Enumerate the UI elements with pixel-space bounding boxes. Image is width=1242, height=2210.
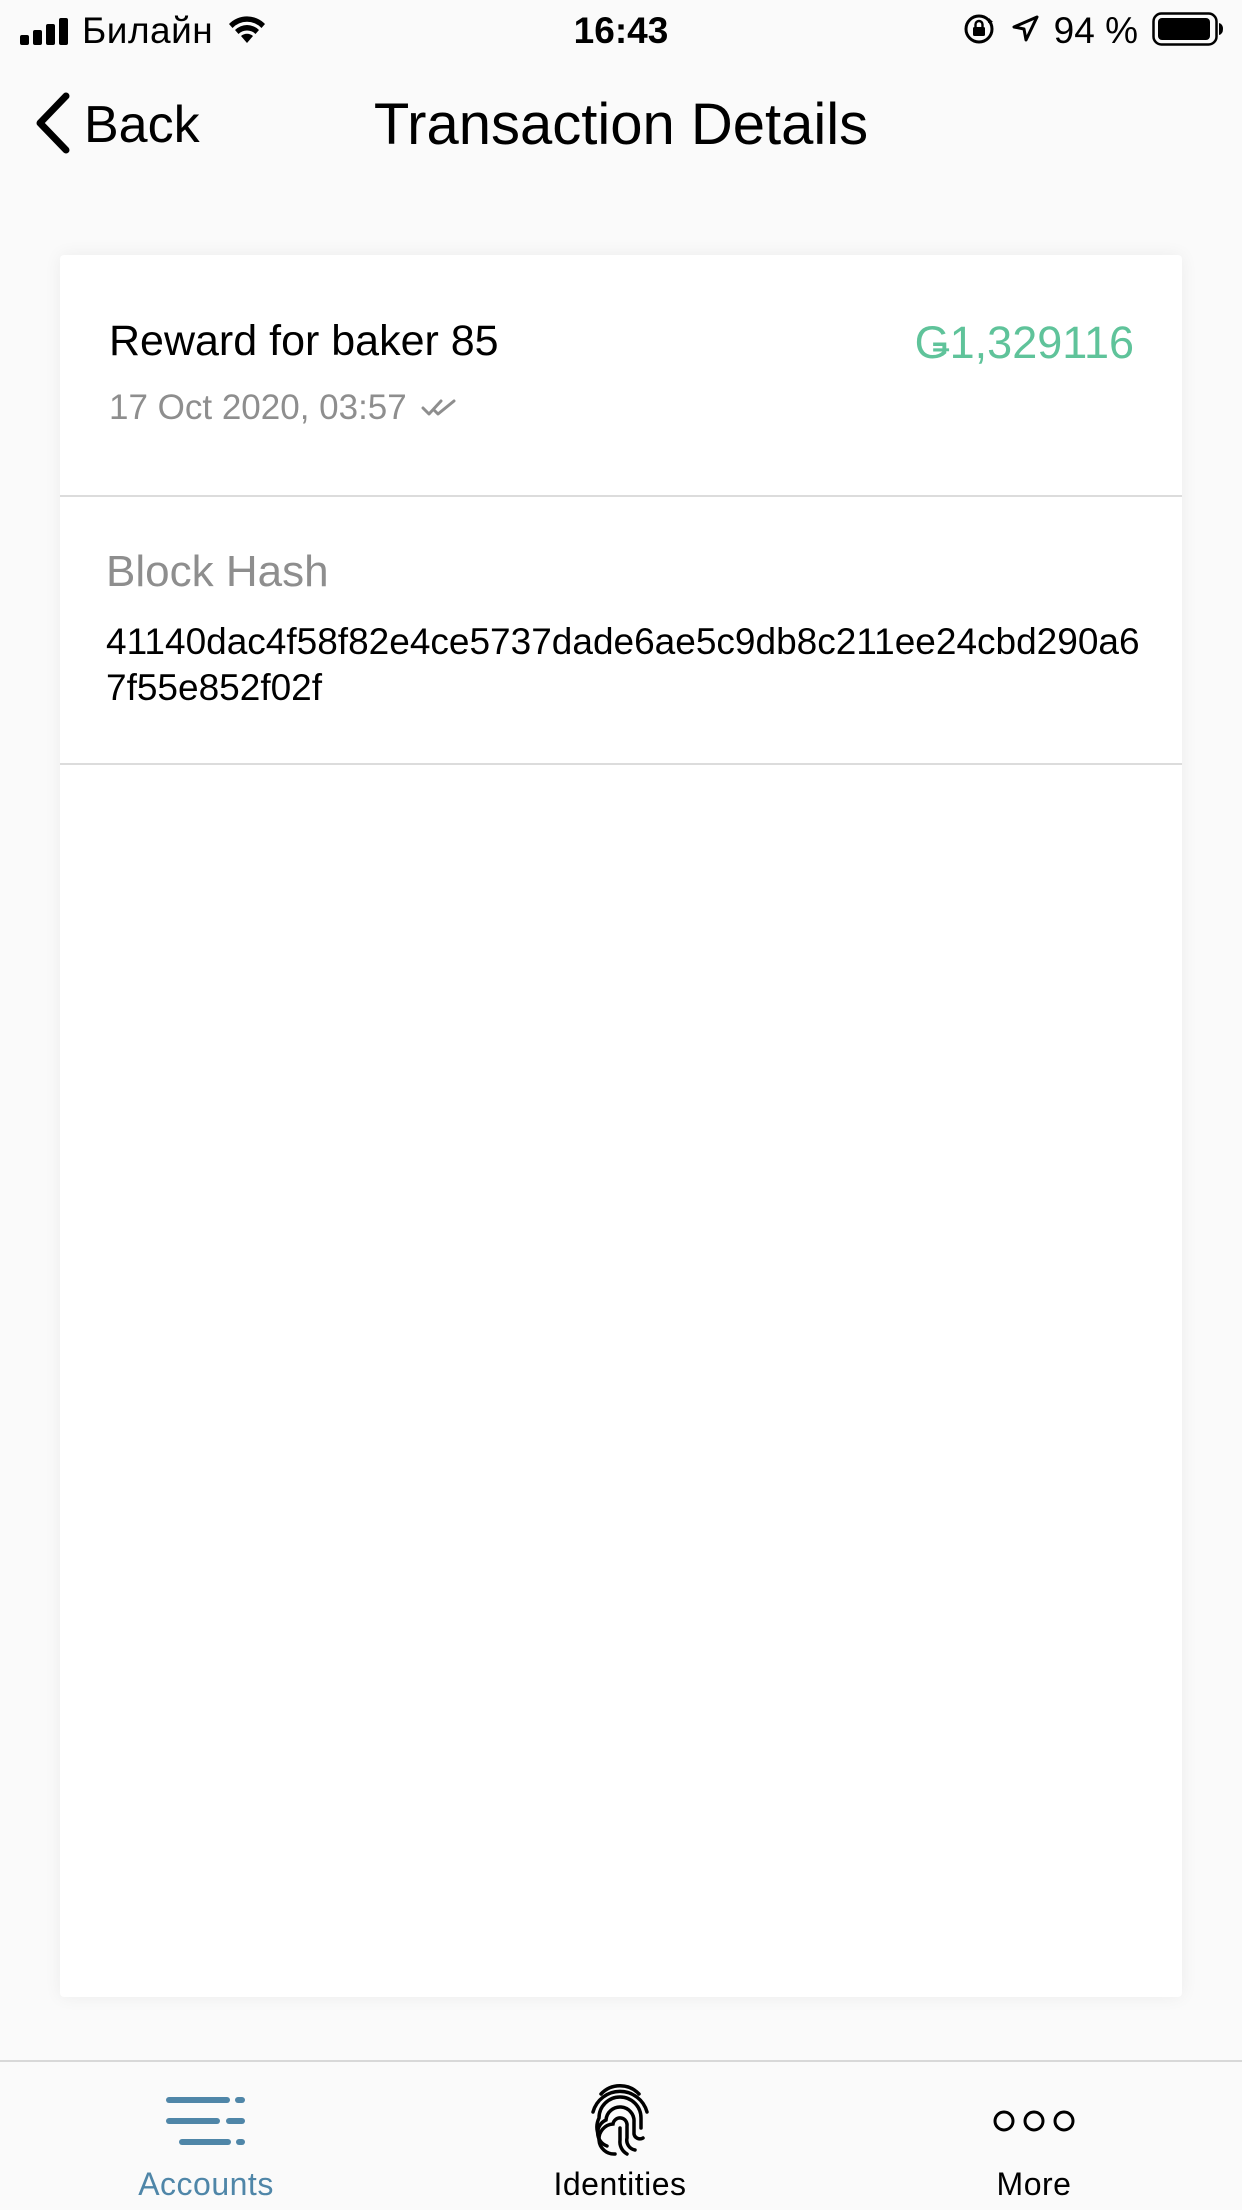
status-bar-right: 94 %	[962, 8, 1224, 54]
block-hash-value: 41140dac4f58f82e4ce5737dade6ae5c9db8c211…	[106, 621, 1140, 708]
transaction-summary: Reward for baker 85 Ǥ1,329116 17 Oct 202…	[60, 255, 1182, 497]
battery-percent: 94 %	[1053, 10, 1138, 51]
tab-identities-label: Identities	[553, 2166, 687, 2202]
location-icon	[1010, 14, 1040, 49]
more-dots-icon	[884, 2084, 1184, 2158]
transaction-date-row: 17 Oct 2020, 03:57	[109, 388, 457, 428]
transaction-title: Reward for baker 85	[109, 317, 499, 365]
tab-accounts[interactable]: Accounts	[56, 2062, 356, 2210]
rotation-lock-icon	[962, 12, 996, 51]
tab-more[interactable]: More	[884, 2062, 1184, 2210]
block-hash-section: Block Hash 41140dac4f58f82e4ce5737dade6a…	[60, 497, 1182, 765]
transaction-amount: Ǥ1,329116	[914, 317, 1134, 368]
accounts-list-icon	[56, 2084, 356, 2158]
tab-accounts-label: Accounts	[138, 2166, 274, 2202]
fingerprint-icon	[470, 2084, 770, 2158]
tab-bar: Accounts Identities More	[0, 2060, 1242, 2210]
tab-identities[interactable]: Identities	[470, 2062, 770, 2210]
page-title: Transaction Details	[373, 92, 869, 157]
transaction-card: Reward for baker 85 Ǥ1,329116 17 Oct 202…	[60, 255, 1182, 1997]
double-check-icon	[421, 397, 457, 419]
tab-more-label: More	[996, 2166, 1072, 2202]
block-hash-label: Block Hash	[106, 547, 329, 596]
battery-icon	[1152, 11, 1224, 51]
navigation-bar: Back Transaction Details	[0, 62, 1242, 188]
transaction-date: 17 Oct 2020, 03:57	[109, 388, 407, 427]
status-bar: Билайн 16:43 94 %	[0, 0, 1242, 62]
